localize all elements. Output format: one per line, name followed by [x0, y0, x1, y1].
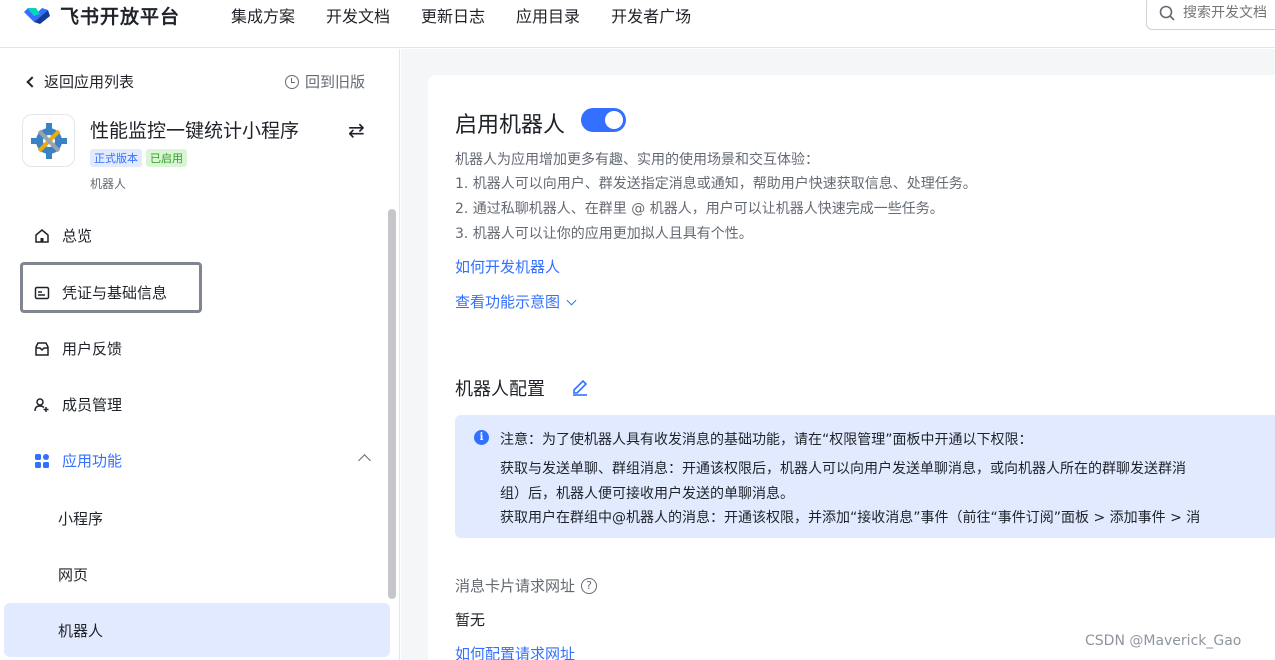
app-badges: 正式版本 已启用 [90, 149, 191, 167]
app-info-card: 性能监控一键统计小程序 ⇄ 正式版本 已启用 机器人 [22, 114, 382, 194]
notice-title: 注意：为了使机器人具有收发消息的基础功能，请在“权限管理”面板中开通以下权限： [500, 432, 1033, 448]
notice-line-1: 获取与发送单聊、群组消息：开通该权限后，机器人可以向用户发送单聊消息，或向机器人… [500, 461, 1186, 477]
view-diagram-link[interactable]: 查看功能示意图 [455, 291, 577, 312]
search-box[interactable] [1146, 0, 1275, 30]
bot-config-title: 机器人配置 [455, 379, 545, 400]
search-input[interactable] [1183, 5, 1275, 21]
sidebar-subitem-web[interactable]: 网页 [58, 564, 88, 585]
view-diagram-label: 查看功能示意图 [455, 293, 561, 311]
id-card-icon [34, 286, 50, 299]
edit-pencil-icon[interactable] [570, 376, 590, 396]
chevron-up-icon[interactable] [358, 454, 371, 467]
info-icon: i [474, 430, 489, 445]
bot-desc-1: 1. 机器人可以向用户、群发送指定消息或通知，帮助用户快速获取信息、处理任务。 [455, 176, 977, 192]
switch-app-icon[interactable]: ⇄ [348, 118, 365, 142]
nav-developer-plaza[interactable]: 开发者广场 [611, 3, 691, 27]
bot-desc-3: 3. 机器人可以让你的应用更加拟人且具有个性。 [455, 226, 753, 242]
home-icon [35, 228, 49, 243]
configure-url-link[interactable]: 如何配置请求网址 [455, 643, 575, 660]
nav-changelog[interactable]: 更新日志 [421, 3, 485, 27]
watermark: CSDN @Maverick_Gao [1085, 633, 1242, 649]
bot-desc-2: 2. 通过私聊机器人、在群里 @ 机器人，用户可以让机器人快速完成一些任务。 [455, 201, 944, 217]
sidebar-item-label: 总览 [62, 227, 93, 245]
search-icon [1159, 5, 1175, 21]
grid-apps-icon [35, 453, 49, 468]
logo[interactable]: 飞书开放平台 [22, 0, 180, 30]
bot-desc-intro: 机器人为应用增加更多有趣、实用的使用场景和交互体验： [455, 152, 819, 168]
sidebar-scrollbar[interactable] [388, 209, 396, 599]
old-version-link[interactable]: 回到旧版 [285, 71, 365, 92]
sidebar-item-credentials[interactable]: 凭证与基础信息 [34, 282, 167, 303]
release-badge: 正式版本 [90, 149, 142, 167]
sidebar-item-label: 成员管理 [62, 396, 123, 414]
top-navigation-bar: 飞书开放平台 集成方案 开发文档 更新日志 应用目录 开发者广场 [0, 0, 1275, 48]
app-avatar [22, 114, 75, 167]
nav-solutions[interactable]: 集成方案 [231, 3, 295, 27]
card-url-label: 消息卡片请求网址 [455, 577, 576, 595]
nav-app-directory[interactable]: 应用目录 [516, 3, 580, 27]
how-to-develop-bot-link[interactable]: 如何开发机器人 [455, 256, 560, 277]
app-name: 性能监控一键统计小程序 [90, 120, 300, 142]
sidebar-item-app-features[interactable]: 应用功能 [34, 450, 122, 471]
top-nav: 集成方案 开发文档 更新日志 应用目录 开发者广场 [231, 0, 722, 30]
gear-tools-icon [30, 122, 67, 159]
history-icon [285, 74, 299, 89]
card-url-label-row: 消息卡片请求网址 ? [455, 575, 598, 596]
sidebar-item-feedback[interactable]: 用户反馈 [34, 338, 122, 359]
nav-docs[interactable]: 开发文档 [326, 3, 390, 27]
sidebar-item-label: 凭证与基础信息 [62, 284, 168, 302]
chevron-down-icon [566, 295, 577, 306]
app-type: 机器人 [90, 177, 127, 191]
sidebar-subitem-bot[interactable]: 机器人 [58, 620, 103, 641]
inbox-icon [35, 341, 49, 356]
chevron-left-icon [26, 75, 38, 88]
sidebar-item-members[interactable]: 成员管理 [34, 394, 122, 415]
back-to-app-list-link[interactable]: 返回应用列表 [26, 71, 135, 92]
back-label: 返回应用列表 [44, 73, 135, 91]
user-add-icon [34, 397, 49, 412]
notice-line-3: 获取用户在群组中@机器人的消息：开通该权限，并添加“接收消息”事件（前往“事件订… [500, 510, 1201, 526]
feishu-logo-icon [24, 8, 50, 24]
old-version-label: 回到旧版 [305, 73, 366, 91]
sidebar: 返回应用列表 回到旧版 性能监控一键统计小程序 ⇄ 正式版本 已启用 机器人 总… [0, 49, 400, 660]
sidebar-item-label: 用户反馈 [62, 340, 123, 358]
card-url-value: 暂无 [455, 611, 486, 629]
notice-line-2: 组）后，机器人便可接收用户发送的单聊消息。 [500, 486, 794, 502]
enable-bot-toggle[interactable] [581, 108, 626, 132]
sidebar-subitem-mini-program[interactable]: 小程序 [58, 508, 103, 529]
help-icon[interactable]: ? [581, 577, 598, 594]
sidebar-item-overview[interactable]: 总览 [34, 225, 92, 246]
status-badge: 已启用 [146, 149, 187, 167]
logo-text: 飞书开放平台 [60, 5, 181, 28]
sidebar-item-label: 应用功能 [62, 452, 123, 470]
enable-bot-title: 启用机器人 [455, 113, 566, 138]
